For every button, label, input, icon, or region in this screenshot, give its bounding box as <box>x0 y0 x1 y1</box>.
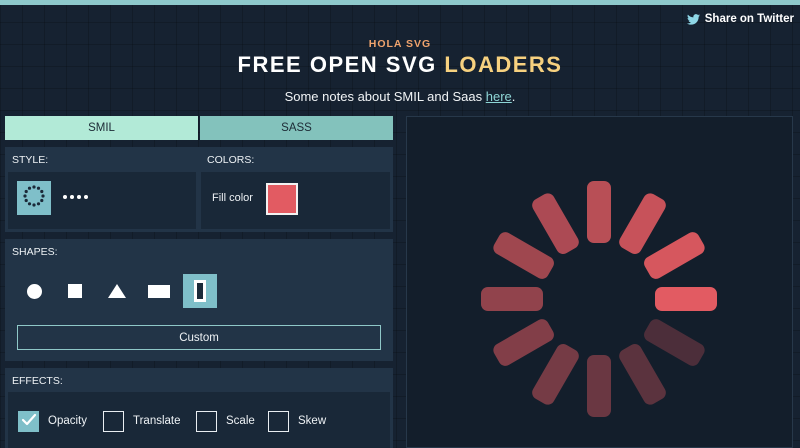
dot-icon <box>63 195 67 199</box>
translate-checkbox[interactable] <box>103 411 124 432</box>
skew-checkbox[interactable] <box>268 411 289 432</box>
spinner-bar <box>619 344 666 405</box>
bar-shape-icon <box>194 280 206 302</box>
spinner-bar <box>644 232 705 279</box>
spinner-bar <box>587 181 611 243</box>
spinner-bar <box>619 193 666 254</box>
check-icon <box>21 412 37 431</box>
dot-icon <box>77 195 81 199</box>
dot-icon <box>70 195 74 199</box>
opacity-label: Opacity <box>48 415 87 427</box>
loader-preview-area <box>406 116 793 448</box>
effects-heading: EFFECTS: <box>12 375 63 387</box>
spinner-bar <box>493 319 554 366</box>
spinner-bar <box>481 287 543 311</box>
style-option-dotted-ring[interactable] <box>17 181 51 215</box>
share-on-twitter-link[interactable]: Share on Twitter <box>686 13 794 25</box>
custom-shape-button[interactable]: Custom <box>17 325 381 350</box>
fill-color-swatch[interactable] <box>266 183 298 215</box>
title-main: FREE OPEN SVG <box>237 52 437 77</box>
spinner-bar <box>493 232 554 279</box>
opacity-checkbox[interactable] <box>18 411 39 432</box>
shapes-heading: SHAPES: <box>12 246 58 258</box>
fill-color-label: Fill color <box>212 192 253 204</box>
mode-tabs: SMIL SASS <box>5 116 393 140</box>
spinner-bar <box>644 319 705 366</box>
spinner-loader <box>481 181 717 417</box>
brand-kicker: HOLA SVG <box>368 38 432 50</box>
share-label: Share on Twitter <box>704 13 794 25</box>
dot-icon <box>84 195 88 199</box>
tab-sass[interactable]: SASS <box>200 116 393 140</box>
twitter-icon <box>686 13 700 25</box>
dotted-ring-icon <box>21 183 47 213</box>
tab-smil[interactable]: SMIL <box>5 116 198 140</box>
shape-square-option[interactable] <box>68 284 82 298</box>
spinner-bar <box>587 355 611 417</box>
shape-bar-option[interactable] <box>183 274 217 308</box>
skew-label: Skew <box>298 415 327 427</box>
page-title: FREE OPEN SVG LOADERS <box>0 52 800 78</box>
spinner-bar <box>532 344 579 405</box>
scale-checkbox[interactable] <box>196 411 217 432</box>
translate-label: Translate <box>133 415 181 427</box>
notes-prefix: Some notes about SMIL and Saas <box>284 89 483 104</box>
scale-label: Scale <box>226 415 255 427</box>
shape-rectangle-option[interactable] <box>148 285 170 298</box>
notes-line: Some notes about SMIL and Saas here. <box>0 89 800 104</box>
shape-circle-option[interactable] <box>27 284 42 299</box>
spinner-bar <box>532 193 579 254</box>
notes-here-link[interactable]: here <box>486 89 512 104</box>
top-accent-bar <box>0 0 800 5</box>
title-highlight: LOADERS <box>444 52 563 77</box>
style-heading: STYLE: <box>12 154 49 166</box>
notes-suffix: . <box>511 89 516 104</box>
spinner-bar <box>655 287 717 311</box>
style-option-four-dots[interactable] <box>63 195 88 199</box>
colors-heading: COLORS: <box>207 154 255 166</box>
shape-triangle-option[interactable] <box>108 284 126 298</box>
